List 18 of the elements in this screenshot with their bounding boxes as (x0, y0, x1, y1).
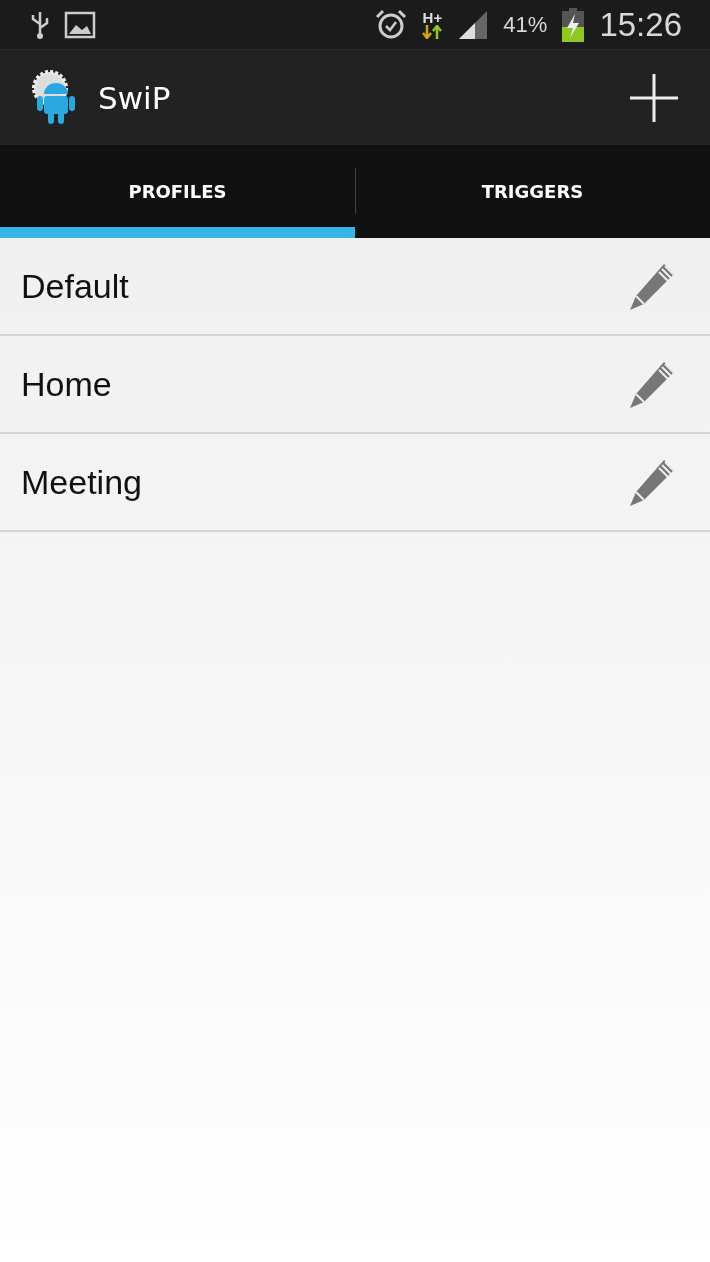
network-type: H+ (422, 10, 443, 25)
alarm-clock-icon (375, 8, 408, 41)
profile-row[interactable]: Meeting (0, 434, 710, 532)
clock-time: 15:26 (599, 5, 682, 44)
battery-percent: 41% (503, 11, 548, 38)
tab[interactable]: PROFILES (0, 145, 355, 238)
data-arrows-icon (421, 25, 444, 39)
app-title: SwiP (98, 79, 171, 116)
profile-name: Home (21, 364, 113, 404)
battery-charging-icon (561, 7, 586, 42)
usb-icon (30, 9, 50, 40)
profile-name: Meeting (21, 462, 143, 502)
tab[interactable]: TRIGGERS (355, 145, 710, 238)
image-icon (64, 10, 96, 39)
profile-name: Default (21, 266, 130, 306)
profile-row[interactable]: Home (0, 336, 710, 434)
add-button[interactable] (628, 71, 680, 124)
profile-row[interactable]: Default (0, 238, 710, 336)
